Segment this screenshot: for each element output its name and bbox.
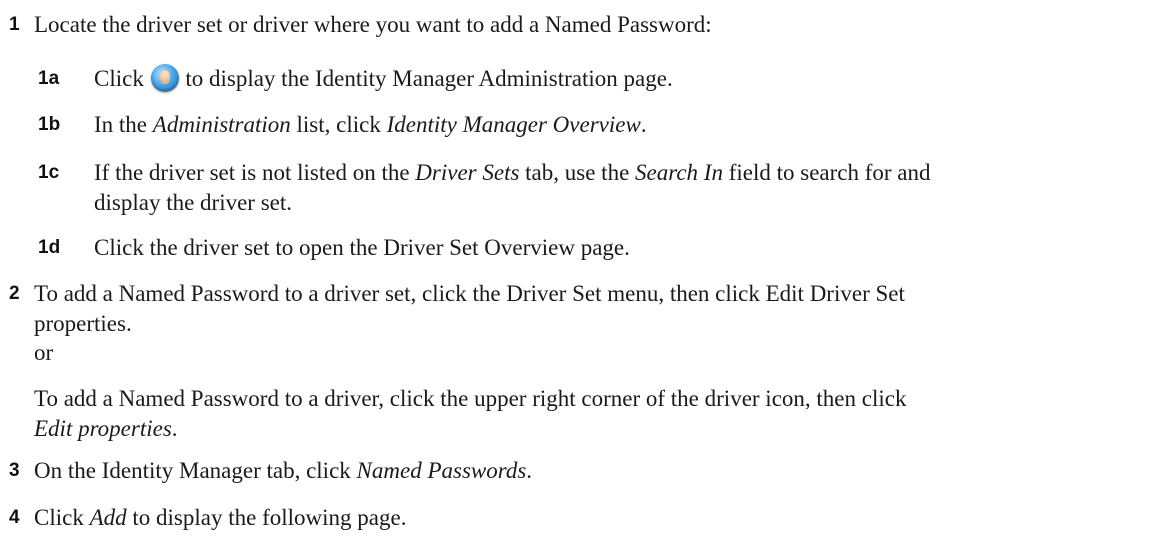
ui-term: Named Passwords [356, 458, 527, 483]
step-number: 3 [9, 460, 20, 481]
ui-term: Identity Manager Overview [386, 112, 641, 137]
step-number: 1c [38, 162, 60, 183]
ui-term: Driver Sets [415, 160, 520, 185]
step-text: In the Administration list, click Identi… [94, 110, 647, 140]
step-2-or: or [34, 340, 54, 365]
text-segment: . [526, 458, 533, 483]
text-segment: In the [94, 112, 153, 137]
text-segment: To add a Named Password to a driver, cli… [34, 386, 907, 411]
text-segment: . [171, 416, 178, 441]
text-segment: If the driver set is not listed on the [94, 160, 416, 185]
step-text: Click Add to display the following page. [34, 503, 406, 533]
text-segment: tab, use the [519, 160, 636, 185]
text-segment: to display the following page. [126, 505, 407, 530]
text-segment: field to search for and [722, 160, 931, 185]
step-1: 1 Locate the driver set or driver where … [0, 10, 712, 40]
ui-term: Edit properties [34, 416, 172, 441]
step-1a: 1a Click to display the Identity Manager… [0, 64, 673, 94]
step-text-continued: properties. [34, 311, 132, 336]
identity-manager-administration-icon[interactable] [150, 64, 179, 92]
step-number: 2 [9, 283, 20, 304]
step-text: Locate the driver set or driver where yo… [34, 12, 712, 37]
ui-term: Add [89, 505, 127, 530]
ui-term: Administration [152, 112, 291, 137]
text-segment: . [640, 112, 647, 137]
step-text: On the Identity Manager tab, click Named… [34, 456, 532, 486]
step-text: If the driver set is not listed on the D… [94, 158, 931, 188]
step-2: 2 To add a Named Password to a driver se… [0, 279, 905, 339]
step-1d: 1d Click the driver set to open the Driv… [0, 233, 630, 263]
text-segment: list, click [290, 112, 387, 137]
step-text: Click the driver set to open the Driver … [94, 235, 630, 260]
step-1b: 1b In the Administration list, click Ide… [0, 110, 647, 140]
step-number: 1b [38, 114, 61, 135]
ui-term: Search In [635, 160, 723, 185]
text-segment: Click [94, 66, 150, 91]
step-1c: 1c If the driver set is not listed on th… [0, 158, 931, 218]
text-segment: On the Identity Manager tab, click [34, 458, 357, 483]
step-number: 1a [38, 68, 60, 89]
step-number: 4 [9, 507, 20, 528]
text-segment: to display the Identity Manager Administ… [179, 66, 673, 91]
text-segment: Edit properties. [34, 414, 906, 444]
step-2-alternative: To add a Named Password to a driver, cli… [34, 384, 906, 444]
step-text: Click to display the Identity Manager Ad… [94, 64, 673, 94]
step-3: 3 On the Identity Manager tab, click Nam… [0, 456, 532, 486]
step-4: 4 Click Add to display the following pag… [0, 503, 406, 533]
step-number: 1 [9, 14, 20, 35]
step-text: To add a Named Password to a driver set,… [34, 281, 905, 306]
step-text-continued: display the driver set. [94, 190, 293, 215]
step-number: 1d [38, 237, 61, 258]
text-segment: Click [34, 505, 90, 530]
